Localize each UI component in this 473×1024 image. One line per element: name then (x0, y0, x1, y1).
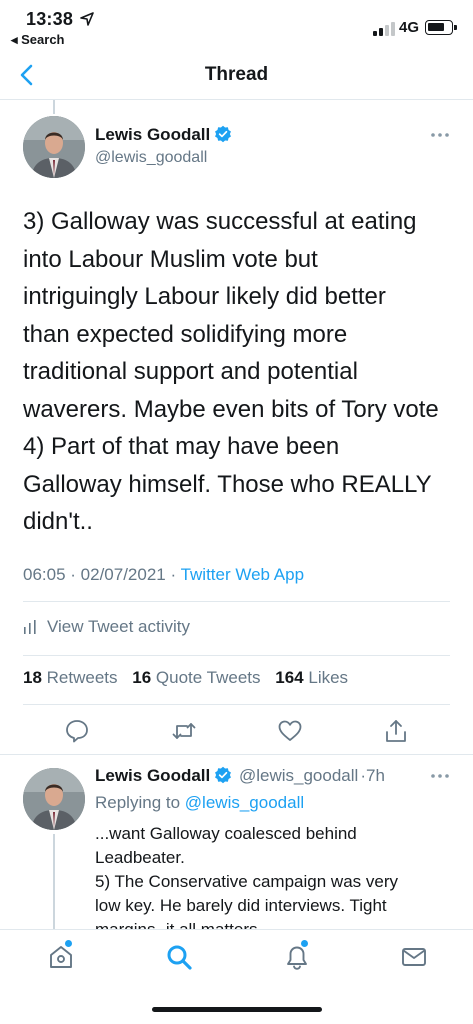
quote-tweets-label: Quote Tweets (155, 668, 261, 687)
thread-connector-line (53, 100, 55, 114)
heart-icon[interactable] (277, 718, 303, 744)
replying-to-link[interactable]: @lewis_goodall (185, 793, 304, 812)
quote-tweets-count: 16 (132, 668, 152, 687)
page-title: Thread (204, 64, 269, 85)
retweets-label: Retweets (46, 668, 118, 687)
status-time: 13:38 (26, 9, 74, 29)
tweet-time: 06:05 (23, 565, 66, 584)
thread-connector-line (53, 834, 55, 934)
tweet-stats: 18 Retweets 16 Quote Tweets 164 Likes (23, 668, 358, 688)
divider (23, 704, 450, 705)
share-icon[interactable] (383, 718, 409, 744)
status-bar: 13:38 ◂ Search 4G (0, 0, 473, 50)
author-name[interactable]: Lewis Goodall (95, 125, 232, 145)
home-indicator[interactable] (152, 1007, 322, 1012)
home-notification-dot (65, 940, 72, 947)
author-name-text: Lewis Goodall (95, 125, 211, 144)
replying-prefix: Replying to (95, 793, 181, 812)
view-tweet-activity-label: View Tweet activity (47, 617, 190, 636)
reply-age: 7h (365, 766, 385, 785)
more-horizontal-icon[interactable] (430, 773, 450, 779)
replying-to: Replying to @lewis_goodall (95, 793, 304, 813)
activity-bars-icon (24, 620, 36, 634)
meta-separator: · (170, 565, 181, 584)
thread-header: Thread (0, 50, 473, 100)
divider (0, 754, 473, 755)
likes-stat[interactable]: 164 Likes (275, 668, 348, 687)
reply-author-name: Lewis Goodall (95, 766, 211, 785)
divider (23, 601, 450, 602)
divider (23, 655, 450, 656)
network-type: 4G (399, 19, 420, 36)
quote-tweets-stat[interactable]: 16 Quote Tweets (132, 668, 260, 687)
reply-author-handle: @lewis_goodall (238, 766, 359, 785)
likes-label: Likes (308, 668, 349, 687)
tweet-text: 3) Galloway was successful at eating int… (23, 208, 439, 535)
location-arrow-icon (80, 12, 94, 26)
tweet-source-link[interactable]: Twitter Web App (181, 565, 304, 584)
reply-author-row[interactable]: Lewis Goodall @lewis_goodall ·7h (95, 766, 385, 786)
verified-badge-icon (215, 766, 232, 784)
likes-count: 164 (275, 668, 304, 687)
cellular-signal-icon (373, 22, 395, 36)
retweet-icon[interactable] (171, 718, 197, 744)
bell-icon[interactable] (283, 943, 311, 971)
reply-tweet-text: ...want Galloway coalesced behind Leadbe… (95, 824, 398, 930)
notifications-dot (301, 940, 308, 947)
verified-badge-icon (215, 125, 232, 143)
more-horizontal-icon[interactable] (430, 132, 450, 138)
mail-icon[interactable] (400, 943, 428, 971)
search-icon[interactable] (165, 943, 193, 971)
home-icon[interactable] (47, 943, 75, 971)
avatar[interactable] (23, 768, 85, 830)
tweet-timestamp: 06:05 · 02/07/2021 · Twitter Web App (23, 565, 304, 585)
reply-icon[interactable] (64, 718, 90, 744)
retweets-count: 18 (23, 668, 42, 687)
view-tweet-activity-button[interactable]: View Tweet activity (23, 616, 190, 638)
battery-icon (425, 20, 457, 35)
tweet-actions (0, 718, 473, 746)
back-to-search-link[interactable]: ◂ Search (11, 32, 65, 48)
retweets-stat[interactable]: 18 Retweets (23, 668, 118, 687)
meta-separator: · (70, 565, 81, 584)
avatar[interactable] (23, 116, 85, 178)
tweet-date: 02/07/2021 (80, 565, 166, 584)
author-handle[interactable]: @lewis_goodall (95, 149, 207, 167)
